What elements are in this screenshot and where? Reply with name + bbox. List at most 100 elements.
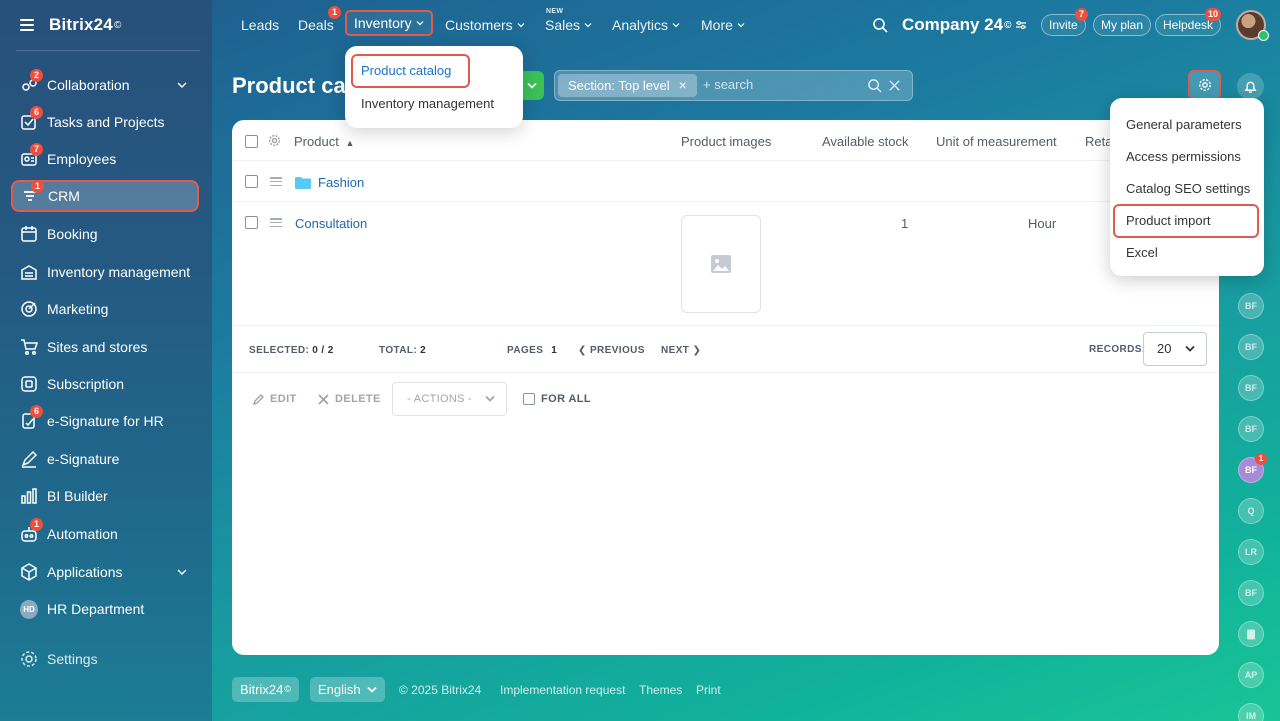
sidebar-item-e-signature[interactable]: e-Signature — [12, 443, 198, 475]
for-all-checkbox[interactable] — [523, 393, 535, 405]
actions-select[interactable]: - ACTIONS - — [392, 382, 507, 416]
drag-handle-icon[interactable] — [270, 218, 282, 227]
chevron-down-icon[interactable] — [176, 566, 188, 578]
sidebar: Bitrix24 © 2 Collaboration 6 Tasks and P… — [0, 0, 212, 721]
menu-item-general-parameters[interactable]: General parameters — [1126, 117, 1242, 132]
search-icon[interactable] — [872, 17, 888, 33]
column-header-images[interactable]: Product images — [681, 134, 771, 149]
sidebar-item-e-signature-hr[interactable]: 6 e-Signature for HR — [12, 405, 198, 437]
chat-avatar-notebook[interactable] — [1238, 621, 1264, 647]
sidebar-item-label: Sites and stores — [47, 339, 148, 355]
settings-button[interactable] — [1188, 70, 1221, 100]
print-link[interactable]: Print — [696, 683, 721, 697]
sidebar-item-subscription[interactable]: Subscription — [12, 368, 198, 400]
company-name[interactable]: Company 24 © — [902, 15, 1027, 35]
bell-icon — [1244, 81, 1257, 93]
edit-label: EDIT — [270, 393, 297, 405]
row-checkbox[interactable] — [245, 216, 258, 229]
collaboration-icon: 2 — [20, 69, 43, 94]
search-icon[interactable] — [867, 78, 882, 93]
close-icon[interactable]: × — [679, 74, 687, 97]
sidebar-item-marketing[interactable]: Marketing — [12, 293, 198, 325]
chat-avatar[interactable]: BF — [1238, 334, 1264, 360]
menu-icon[interactable] — [20, 19, 34, 31]
inventory-menu: Product catalog Inventory management — [345, 46, 523, 128]
filter-chip[interactable]: Section: Top level × — [558, 74, 697, 97]
sidebar-item-automation[interactable]: 1 Automation — [12, 518, 198, 550]
language-select[interactable]: English — [310, 677, 385, 702]
filter-bar[interactable]: Section: Top level × + search — [554, 70, 913, 101]
sidebar-badge: 1 — [30, 518, 43, 531]
gear-icon[interactable] — [268, 134, 281, 147]
pages-value[interactable]: 1 — [551, 345, 557, 356]
sidebar-item-label: Subscription — [47, 376, 125, 392]
sidebar-item-bi-builder[interactable]: BI Builder — [12, 480, 198, 512]
nav-inventory[interactable]: Inventory — [345, 10, 433, 36]
nav-more[interactable]: More — [701, 17, 745, 33]
for-all-toggle[interactable]: FOR ALL — [523, 393, 591, 405]
sidebar-item-booking[interactable]: Booking — [12, 218, 198, 250]
sidebar-item-applications[interactable]: Applications — [12, 556, 198, 588]
menu-item-inventory-management[interactable]: Inventory management — [361, 96, 494, 111]
drag-handle-icon[interactable] — [270, 177, 282, 186]
menu-item-product-import[interactable]: Product import — [1113, 204, 1259, 238]
filter-chip-label: Section: Top level — [568, 78, 670, 93]
chat-avatar[interactable]: Q — [1238, 498, 1264, 524]
menu-item-access-permissions[interactable]: Access permissions — [1126, 149, 1241, 164]
footer-brand-button[interactable]: Bitrix24 © — [232, 677, 299, 702]
close-icon[interactable] — [887, 78, 902, 93]
delete-button[interactable]: DELETE — [318, 393, 381, 405]
nav-deals[interactable]: Deals — [298, 17, 334, 33]
sidebar-item-collaboration[interactable]: 2 Collaboration — [12, 69, 198, 101]
add-button-arrow[interactable] — [522, 71, 544, 100]
nav-sales[interactable]: Sales — [545, 17, 592, 33]
my-plan-button[interactable]: My plan — [1093, 14, 1152, 36]
row-checkbox[interactable] — [245, 175, 258, 188]
product-link-consultation[interactable]: Consultation — [295, 216, 367, 231]
filter-search-input[interactable]: + search — [703, 77, 753, 92]
row-divider — [232, 201, 1219, 202]
menu-item-product-catalog[interactable]: Product catalog — [351, 54, 470, 88]
chevron-down-icon — [584, 23, 592, 28]
product-image-placeholder[interactable] — [681, 215, 761, 313]
column-header-unit[interactable]: Unit of measurement — [936, 134, 1057, 149]
brand-name[interactable]: Bitrix24 — [49, 15, 113, 35]
edit-button[interactable]: EDIT — [253, 393, 297, 405]
chat-avatar[interactable]: BF — [1238, 375, 1264, 401]
chat-avatar[interactable]: AP — [1238, 662, 1264, 688]
sidebar-item-crm[interactable]: 1 CRM — [11, 180, 199, 212]
menu-item-excel[interactable]: Excel — [1126, 245, 1158, 260]
nav-customers[interactable]: Customers — [445, 17, 525, 33]
chat-avatar[interactable]: BF — [1238, 293, 1264, 319]
nav-leads[interactable]: Leads — [241, 17, 279, 33]
sidebar-item-sites-and-stores[interactable]: Sites and stores — [12, 331, 198, 363]
previous-page-button[interactable]: ❮ PREVIOUS — [578, 345, 645, 356]
chevron-down-icon — [416, 21, 424, 26]
sidebar-item-label: Settings — [47, 651, 98, 667]
column-header-retail[interactable]: Reta — [1085, 134, 1112, 149]
chat-avatar[interactable]: IM — [1238, 703, 1264, 721]
implementation-request-link[interactable]: Implementation request — [500, 683, 625, 697]
delete-label: DELETE — [335, 393, 381, 405]
sidebar-item-employees[interactable]: 7 Employees — [12, 143, 198, 175]
notifications-button[interactable] — [1237, 73, 1264, 100]
next-page-button[interactable]: NEXT ❯ — [661, 345, 701, 356]
chevron-down-icon[interactable] — [176, 79, 188, 91]
product-link-fashion[interactable]: Fashion — [318, 175, 364, 190]
column-header-product[interactable]: Product ▲ — [294, 134, 354, 149]
records-per-page-select[interactable]: 20 — [1143, 332, 1207, 366]
nav-analytics[interactable]: Analytics — [612, 17, 680, 33]
sidebar-item-label: BI Builder — [47, 488, 108, 504]
sidebar-item-hr-department[interactable]: HD HR Department — [12, 593, 198, 625]
chat-avatar[interactable]: BF — [1238, 416, 1264, 442]
menu-item-catalog-seo[interactable]: Catalog SEO settings — [1126, 181, 1250, 196]
sidebar-item-tasks[interactable]: 6 Tasks and Projects — [12, 106, 198, 138]
chat-avatar[interactable]: LR — [1238, 539, 1264, 565]
themes-link[interactable]: Themes — [639, 683, 682, 697]
select-all-checkbox[interactable] — [245, 135, 258, 148]
sidebar-item-settings[interactable]: Settings — [12, 643, 198, 675]
sidebar-item-label: e-Signature — [47, 451, 120, 467]
sidebar-item-inventory-management[interactable]: Inventory management — [12, 256, 198, 288]
column-header-stock[interactable]: Available stock — [822, 134, 908, 149]
chat-avatar[interactable]: BF — [1238, 580, 1264, 606]
